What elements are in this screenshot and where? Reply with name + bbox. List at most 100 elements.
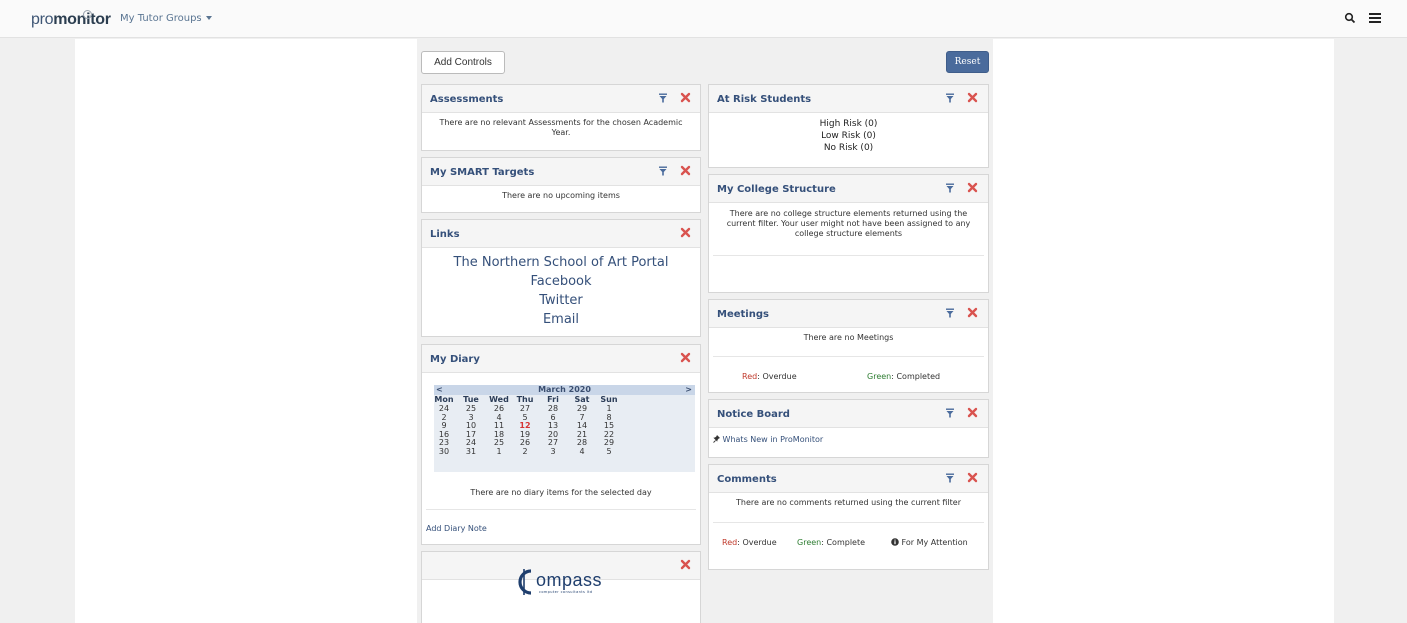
- divider: [713, 356, 984, 357]
- calendar-header: < March 2020 >: [434, 385, 695, 395]
- panel-header: My SMART Targets: [422, 158, 700, 186]
- panel-header: Comments: [709, 465, 988, 493]
- panel-title: Notice Board: [717, 409, 790, 420]
- filter-icon[interactable]: [945, 308, 955, 318]
- add-controls-button[interactable]: Add Controls: [421, 51, 505, 74]
- weekday-label: Thu: [516, 395, 534, 404]
- info-icon: [891, 538, 899, 546]
- panel-title: Assessments: [430, 94, 504, 105]
- calendar-day[interactable]: 30: [429, 447, 459, 456]
- divider: [426, 509, 696, 510]
- weekday-label: Mon: [434, 395, 454, 404]
- weekday-label: Tue: [463, 395, 479, 404]
- filter-icon[interactable]: [945, 473, 955, 483]
- for-my-attention-legend: For My Attention: [891, 538, 968, 547]
- high-risk-count[interactable]: High Risk (0): [709, 118, 988, 130]
- comments-panel: Comments There are no comments returned …: [708, 464, 989, 570]
- pin-icon: [713, 435, 720, 443]
- smart-targets-panel: My SMART Targets There are no upcoming i…: [421, 157, 701, 213]
- calendar-day[interactable]: 5: [594, 447, 624, 456]
- twitter-link[interactable]: Twitter: [422, 291, 700, 310]
- divider: [713, 522, 984, 523]
- divider: [713, 255, 984, 256]
- weekday-label: Sun: [600, 395, 618, 404]
- at-risk-panel: At Risk Students High Risk (0) Low Risk …: [708, 84, 989, 168]
- compass-logo-subtext: computer consultants ltd: [539, 590, 593, 594]
- close-icon[interactable]: [680, 92, 691, 103]
- email-link[interactable]: Email: [422, 310, 700, 329]
- calendar-weekday-row: Mon Tue Wed Thu Fri Sat Sun: [434, 395, 695, 404]
- caret-down-icon: [205, 16, 212, 20]
- filter-icon[interactable]: [658, 93, 668, 103]
- meetings-legend-green: Green: Completed: [867, 372, 941, 381]
- reset-button[interactable]: Reset: [946, 51, 989, 73]
- meetings-legend-red: Red: Overdue: [742, 372, 797, 381]
- panel-header: At Risk Students: [709, 85, 988, 113]
- calendar-day[interactable]: 31: [456, 447, 486, 456]
- low-risk-count[interactable]: Low Risk (0): [709, 130, 988, 142]
- tutor-groups-dropdown[interactable]: My Tutor Groups: [120, 13, 212, 24]
- panel-title: My College Structure: [717, 184, 836, 195]
- calendar-week-row: 30 31 1 2 3 4 5: [434, 447, 695, 456]
- weekday-label: Sat: [574, 395, 590, 404]
- comments-legend-red: Red: Overdue: [722, 538, 777, 547]
- close-icon[interactable]: [967, 92, 978, 103]
- add-diary-note-link[interactable]: Add Diary Note: [426, 524, 487, 533]
- close-icon[interactable]: [967, 307, 978, 318]
- calendar-day[interactable]: 3: [538, 447, 568, 456]
- diary-calendar: < March 2020 > Mon Tue Wed Thu Fri Sat S…: [434, 385, 695, 472]
- filter-icon[interactable]: [945, 93, 955, 103]
- close-icon[interactable]: [680, 352, 691, 363]
- compass-logo-text: ompass: [536, 570, 603, 590]
- links-list: The Northern School of Art Portal Facebo…: [422, 248, 700, 329]
- weekday-label: Fri: [547, 395, 559, 404]
- calendar-next-button[interactable]: >: [685, 385, 692, 394]
- comments-legend-green: Green: Complete: [797, 538, 866, 547]
- links-panel: Links The Northern School of Art Portal …: [421, 219, 701, 337]
- filter-icon[interactable]: [945, 408, 955, 418]
- meetings-panel: Meetings There are no Meetings Red: Over…: [708, 299, 989, 393]
- calendar-day[interactable]: 4: [567, 447, 597, 456]
- close-icon[interactable]: [680, 165, 691, 176]
- diary-message: There are no diary items for the selecte…: [470, 488, 652, 497]
- right-margin: [1334, 39, 1407, 623]
- portal-link[interactable]: The Northern School of Art Portal: [422, 253, 700, 272]
- panel-header: My College Structure: [709, 175, 988, 203]
- notice-item-label: Whats New in ProMonitor: [722, 435, 824, 444]
- panel-title: At Risk Students: [717, 94, 812, 105]
- hamburger-menu-icon[interactable]: [1369, 13, 1381, 23]
- panel-header: Assessments: [422, 85, 700, 113]
- tutor-groups-label: My Tutor Groups: [120, 13, 202, 24]
- calendar-month: March 2020: [538, 385, 591, 394]
- top-navbar: promonitor My Tutor Groups: [0, 0, 1407, 38]
- assessments-panel: Assessments There are no relevant Assess…: [421, 84, 701, 151]
- compass-logo-panel: ompass computer consultants ltd: [421, 551, 701, 623]
- close-icon[interactable]: [967, 182, 978, 193]
- close-icon[interactable]: [967, 472, 978, 483]
- close-icon[interactable]: [680, 227, 691, 238]
- search-icon[interactable]: [1344, 12, 1356, 24]
- panel-title: My SMART Targets: [430, 167, 535, 178]
- no-risk-count[interactable]: No Risk (0): [709, 142, 988, 154]
- panel-header: Meetings: [709, 300, 988, 328]
- panel-title: Meetings: [717, 309, 769, 320]
- close-icon[interactable]: [680, 559, 691, 570]
- calendar-day[interactable]: 2: [510, 447, 540, 456]
- meetings-message: There are no Meetings: [803, 333, 894, 342]
- compass-logo: ompass computer consultants ltd: [517, 568, 611, 596]
- comments-message: There are no comments returned using the…: [735, 498, 961, 507]
- logo-ring-mark: [83, 10, 92, 19]
- facebook-link[interactable]: Facebook: [422, 272, 700, 291]
- promonitor-logo[interactable]: promonitor: [31, 11, 111, 29]
- filter-icon[interactable]: [658, 166, 668, 176]
- panel-header: My Diary: [422, 345, 700, 373]
- panel-title: My Diary: [430, 354, 480, 365]
- panel-title: Comments: [717, 474, 777, 485]
- diary-panel: My Diary < March 2020 > Mon Tue Wed Thu …: [421, 344, 701, 545]
- risk-summary: High Risk (0) Low Risk (0) No Risk (0): [709, 113, 988, 154]
- filter-icon[interactable]: [945, 183, 955, 193]
- close-icon[interactable]: [967, 407, 978, 418]
- notice-item[interactable]: Whats New in ProMonitor: [713, 435, 823, 444]
- notice-board-panel: Notice Board Whats New in ProMonitor: [708, 399, 989, 458]
- assessments-message: There are no relevant Assessments for th…: [439, 118, 683, 137]
